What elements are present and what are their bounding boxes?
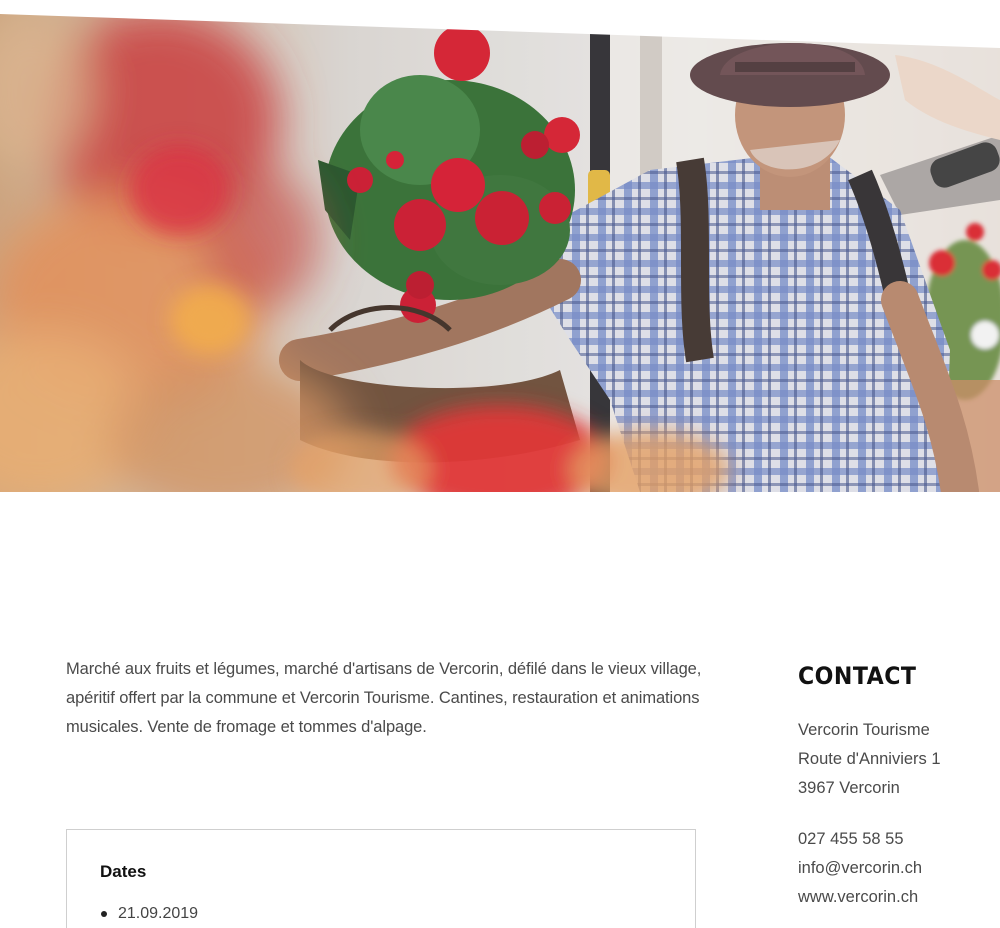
contact-title: CONTACT [798, 662, 917, 690]
contact-address: Vercorin Tourisme Route d'Anniviers 1 39… [798, 716, 998, 803]
contact-street: Route d'Anniviers 1 [798, 750, 941, 768]
hero-image [0, 0, 1000, 492]
date-value: 21.09.2019 [118, 905, 199, 922]
contact-name: Vercorin Tourisme [798, 721, 930, 739]
contact-website-link[interactable]: www.vercorin.ch [798, 883, 998, 912]
dates-list: 21.09.2019 [100, 903, 198, 925]
dates-panel: Dates 21.09.2019 [66, 829, 696, 928]
page: Marché aux fruits et légumes, marché d'a… [0, 0, 1000, 928]
date-item: 21.09.2019 [100, 903, 198, 925]
contact-email-link[interactable]: info@vercorin.ch [798, 854, 998, 883]
bullet-icon [101, 911, 107, 917]
contact-city: 3967 Vercorin [798, 779, 900, 797]
contact-section: CONTACT Vercorin Tourisme Route d'Annivi… [798, 660, 998, 912]
contact-details: 027 455 58 55 info@vercorin.ch www.verco… [798, 825, 998, 912]
dates-title: Dates [100, 862, 147, 881]
contact-phone-link[interactable]: 027 455 58 55 [798, 825, 998, 854]
hero-photo [0, 0, 1000, 492]
event-description: Marché aux fruits et légumes, marché d'a… [66, 660, 702, 736]
